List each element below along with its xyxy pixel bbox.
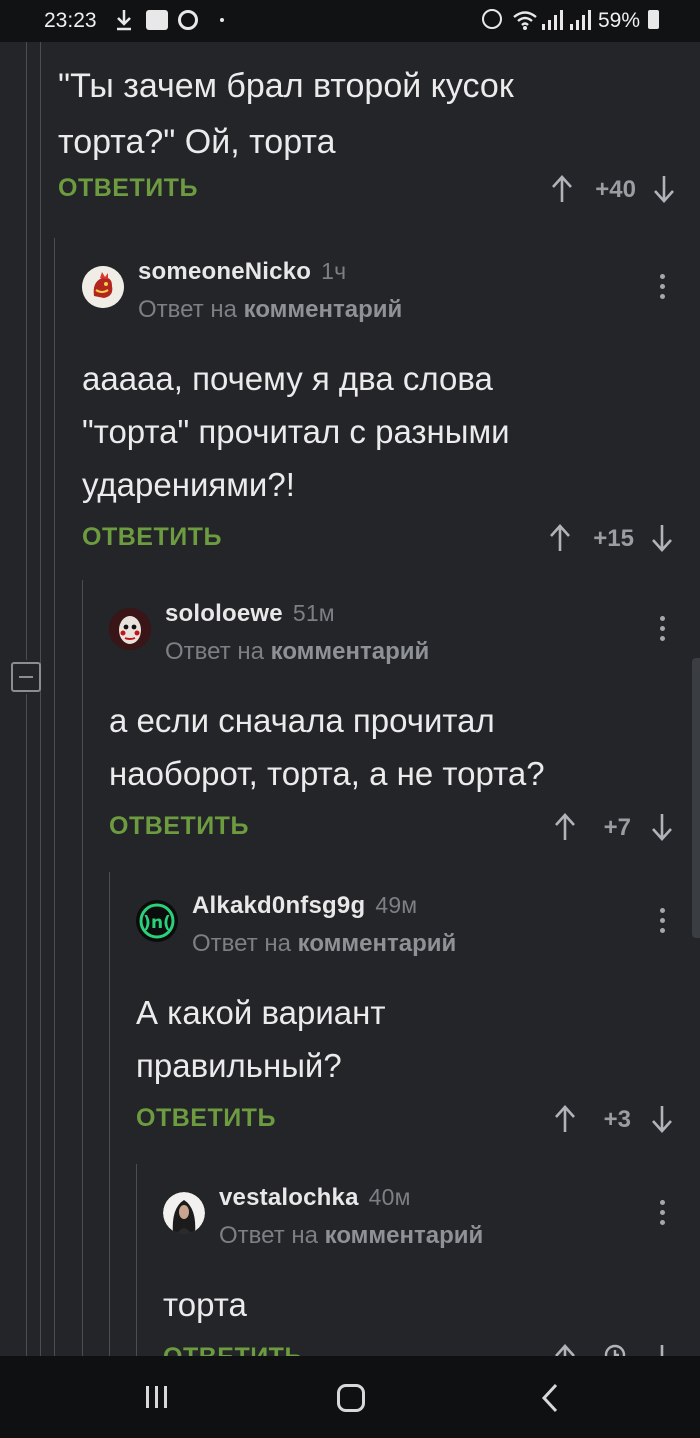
battery-icon bbox=[648, 10, 659, 29]
comment-score: +3 bbox=[603, 1106, 631, 1133]
upvote-arrow-icon[interactable] bbox=[553, 1104, 577, 1134]
battery-percent: 59% bbox=[598, 9, 641, 32]
comment-time: 40м bbox=[368, 1184, 411, 1210]
username-text[interactable]: sololoewe bbox=[165, 600, 283, 627]
clock-icon bbox=[604, 1344, 626, 1356]
downvote-arrow-icon[interactable] bbox=[652, 174, 676, 204]
more-notifications-dot-icon bbox=[220, 18, 224, 22]
reply-to-link[interactable]: комментарий bbox=[325, 1222, 484, 1249]
signal-icon bbox=[542, 10, 563, 30]
comment: sololoewe 51м Ответ на комментарий а если… bbox=[109, 600, 676, 852]
wifi-icon bbox=[513, 11, 537, 30]
recent-apps-icon[interactable] bbox=[142, 1382, 172, 1412]
system-navigation-bar bbox=[0, 1356, 700, 1438]
comment-time: 1ч bbox=[321, 258, 347, 284]
reply-to-link[interactable]: комментарий bbox=[271, 638, 430, 665]
comment: vestalochka 40м Ответ на комментарий торт… bbox=[163, 1184, 676, 1356]
reply-to-prefix: Ответ на bbox=[138, 296, 237, 323]
notification-box-icon bbox=[146, 10, 168, 30]
thread-line bbox=[109, 872, 110, 1356]
comment-text: торта bbox=[163, 1286, 247, 1323]
reply-button[interactable]: ОТВЕТИТЬ bbox=[58, 174, 198, 203]
thread-line bbox=[40, 42, 41, 1356]
comment-text: ааааа, почему я два слова "торта" прочит… bbox=[82, 360, 510, 503]
downvote-arrow-icon[interactable] bbox=[650, 523, 674, 553]
reply-button[interactable]: ОТВЕТИТЬ bbox=[136, 1104, 276, 1133]
collapse-thread-button[interactable] bbox=[11, 662, 41, 692]
downvote-arrow-icon[interactable] bbox=[650, 1343, 674, 1356]
reply-to: Ответ на комментарий bbox=[219, 1222, 483, 1250]
status-time: 23:23 bbox=[44, 9, 97, 32]
reply-to-prefix: Ответ на bbox=[219, 1222, 318, 1249]
more-options-icon[interactable] bbox=[660, 1200, 666, 1228]
comment-text: А какой вариант правильный? bbox=[136, 994, 386, 1084]
reply-to-prefix: Ответ на bbox=[192, 930, 291, 957]
home-icon[interactable] bbox=[337, 1384, 365, 1412]
comment-time: 51м bbox=[292, 600, 335, 626]
alarm-icon bbox=[482, 9, 502, 29]
comment-text: а если сначала прочитал наоборот, торта,… bbox=[109, 702, 545, 792]
upvote-arrow-icon[interactable] bbox=[550, 174, 574, 204]
reply-to-prefix: Ответ на bbox=[165, 638, 264, 665]
upvote-arrow-icon[interactable] bbox=[553, 812, 577, 842]
upvote-arrow-icon[interactable] bbox=[548, 523, 572, 553]
reply-to: Ответ на комментарий bbox=[165, 638, 429, 666]
avatar[interactable] bbox=[82, 266, 124, 308]
more-options-icon[interactable] bbox=[660, 274, 666, 302]
reply-button[interactable]: ОТВЕТИТЬ bbox=[109, 812, 249, 841]
username-text[interactable]: Alkakd0nfsg9g bbox=[192, 892, 365, 919]
comment-score: +7 bbox=[603, 814, 631, 841]
thread-line bbox=[26, 42, 27, 660]
reply-button[interactable]: ОТВЕТИТЬ bbox=[163, 1343, 303, 1356]
comment: someoneNicko 1ч Ответ на комментарий аааа… bbox=[82, 258, 676, 563]
parent-comment-actions: ОТВЕТИТЬ +40 bbox=[58, 170, 678, 214]
username[interactable]: someoneNicko 1ч bbox=[138, 258, 346, 286]
comment: )n( Alkakd0nfsg9g 49м Ответ на комментари… bbox=[136, 892, 676, 1144]
comment-time: 49м bbox=[375, 892, 418, 918]
reply-to-link[interactable]: комментарий bbox=[298, 930, 457, 957]
parent-comment-text: "Ты зачем брал второй кусок торта?" Ой, … bbox=[58, 67, 514, 161]
username[interactable]: vestalochka 40м bbox=[219, 1184, 411, 1212]
more-options-icon[interactable] bbox=[660, 616, 666, 644]
svg-text:)n(: )n( bbox=[143, 913, 171, 933]
reply-to: Ответ на комментарий bbox=[192, 930, 456, 958]
username[interactable]: Alkakd0nfsg9g 49м bbox=[192, 892, 417, 920]
thread-line bbox=[26, 694, 27, 1356]
comment-score: +40 bbox=[595, 176, 636, 203]
thread-line bbox=[136, 1164, 137, 1356]
comment-score: +15 bbox=[593, 525, 634, 552]
downvote-arrow-icon[interactable] bbox=[650, 812, 674, 842]
thread-line bbox=[54, 238, 55, 1356]
username[interactable]: sololoewe 51м bbox=[165, 600, 335, 628]
username-text[interactable]: someoneNicko bbox=[138, 258, 311, 285]
avatar[interactable] bbox=[109, 608, 151, 650]
username-text[interactable]: vestalochka bbox=[219, 1184, 359, 1211]
signal-icon bbox=[570, 10, 591, 30]
downvote-arrow-icon[interactable] bbox=[650, 1104, 674, 1134]
reply-to-link[interactable]: комментарий bbox=[244, 296, 403, 323]
avatar[interactable]: )n( bbox=[136, 900, 178, 942]
back-icon[interactable] bbox=[538, 1382, 562, 1414]
avatar[interactable] bbox=[163, 1192, 205, 1234]
reply-button[interactable]: ОТВЕТИТЬ bbox=[82, 523, 222, 552]
chrome-icon bbox=[178, 10, 198, 30]
comment-thread[interactable]: "Ты зачем брал второй кусок торта?" Ой, … bbox=[0, 42, 700, 1356]
status-bar: 23:23 59% bbox=[0, 0, 700, 42]
upvote-arrow-icon[interactable] bbox=[553, 1343, 577, 1356]
scrollbar[interactable] bbox=[692, 658, 700, 938]
thread-line bbox=[82, 580, 83, 1356]
more-options-icon[interactable] bbox=[660, 908, 666, 936]
reply-to: Ответ на комментарий bbox=[138, 296, 402, 324]
download-icon bbox=[117, 10, 131, 31]
